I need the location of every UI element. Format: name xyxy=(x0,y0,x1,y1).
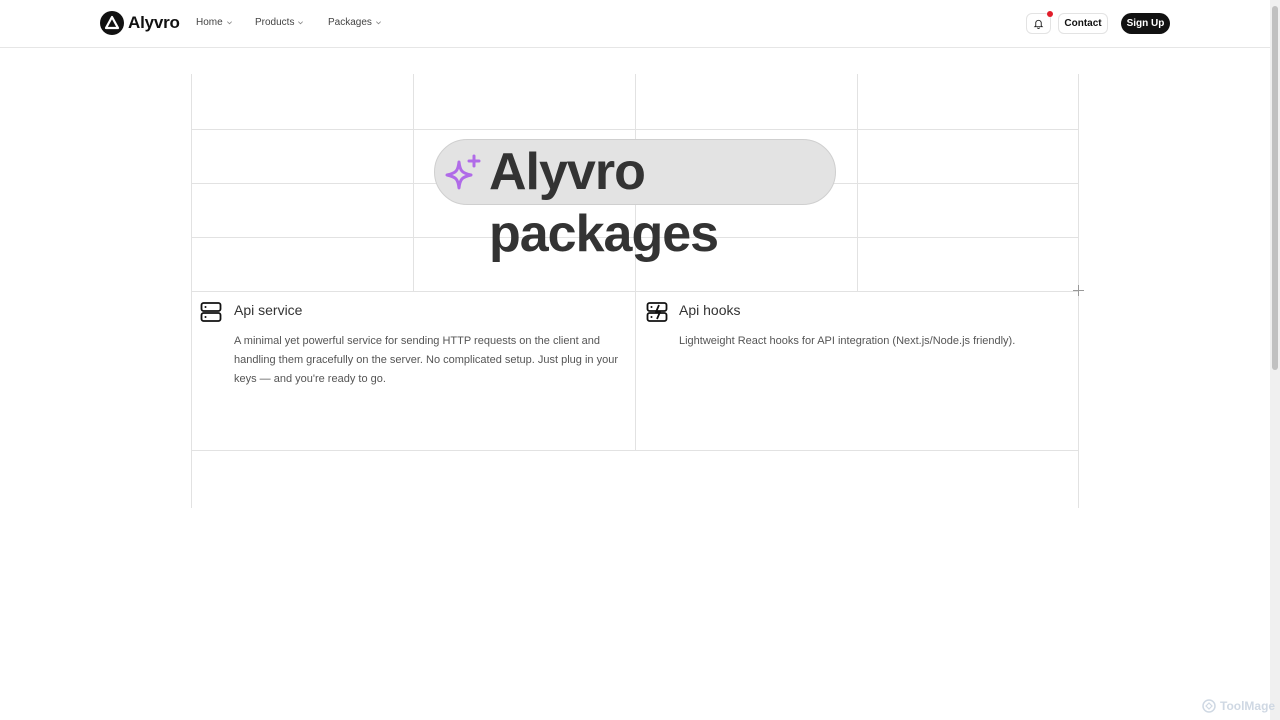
grid-line xyxy=(191,129,1079,130)
contact-button[interactable]: Contact xyxy=(1058,13,1108,34)
chevron-down-icon xyxy=(298,21,304,25)
card-title: Api service xyxy=(234,302,303,318)
grid-line xyxy=(413,74,414,291)
nav-item-home[interactable]: Home xyxy=(196,17,233,28)
scrollbar-thumb[interactable] xyxy=(1272,6,1278,370)
brand-logo[interactable]: Alyvro xyxy=(100,11,180,35)
nav-item-packages[interactable]: Packages xyxy=(328,17,382,28)
page-title: Alyvro packages xyxy=(489,143,719,263)
bell-icon xyxy=(1033,19,1044,29)
sparkles-icon xyxy=(445,154,481,190)
card-description: A minimal yet powerful service for sendi… xyxy=(234,335,618,385)
watermark: ToolMage xyxy=(1202,699,1275,713)
watermark-text: ToolMage xyxy=(1220,699,1276,713)
notification-badge xyxy=(1047,11,1053,17)
grid-line xyxy=(191,74,192,508)
top-header: Alyvro Home Products Packages Contact Si… xyxy=(0,0,1270,48)
chevron-down-icon xyxy=(226,21,232,25)
notifications-button[interactable] xyxy=(1026,11,1053,34)
toolmage-logo-icon xyxy=(1202,699,1216,713)
card-description: Lightweight React hooks for API integrat… xyxy=(679,335,1016,347)
grid-line xyxy=(191,291,1079,292)
grid-line xyxy=(857,74,858,291)
server-icon xyxy=(200,302,222,322)
nav-item-label: Home xyxy=(196,17,223,28)
nav-item-label: Products xyxy=(255,17,295,28)
chevron-down-icon xyxy=(375,21,381,25)
brand-name: Alyvro xyxy=(128,13,180,32)
nav-item-products[interactable]: Products xyxy=(255,17,304,28)
plus-marker-icon xyxy=(1073,285,1084,296)
nav-item-label: Packages xyxy=(328,17,372,28)
hero-title-pill: Alyvro packages xyxy=(434,139,836,263)
grid-line xyxy=(191,450,1079,451)
sign-up-button[interactable]: Sign Up xyxy=(1121,13,1170,34)
card-title: Api hooks xyxy=(679,302,741,318)
server-bolt-icon xyxy=(646,302,668,322)
alyvro-logo-icon xyxy=(100,11,124,35)
background-grid xyxy=(0,0,1280,720)
page-scrollbar[interactable] xyxy=(1270,0,1280,720)
